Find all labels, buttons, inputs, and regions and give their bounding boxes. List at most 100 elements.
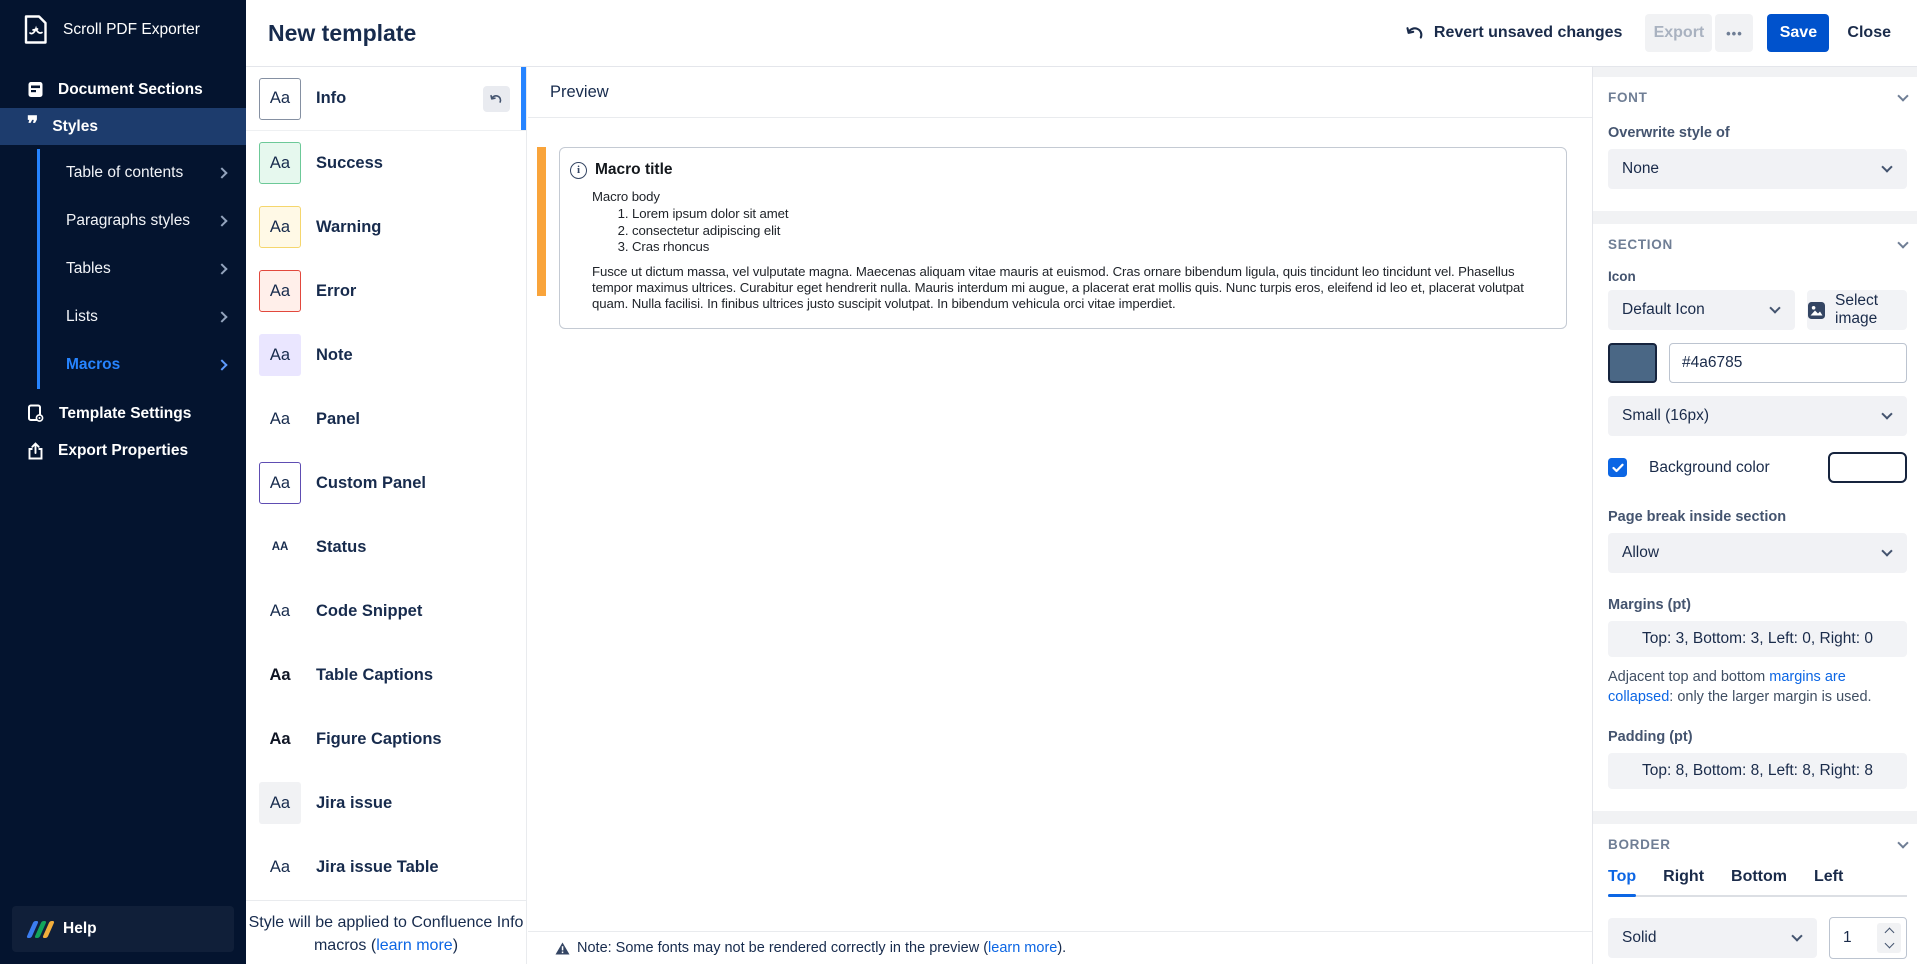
overwrite-style-label: Overwrite style of bbox=[1608, 125, 1907, 141]
macro-item-status[interactable]: AA Status bbox=[246, 515, 526, 579]
warning-icon bbox=[555, 942, 570, 955]
tab-right[interactable]: Right bbox=[1663, 868, 1704, 895]
chevron-up-icon bbox=[1884, 928, 1894, 938]
sidebar-item-styles[interactable]: Styles bbox=[0, 108, 246, 145]
chevron-down-icon bbox=[1769, 302, 1780, 313]
macro-item-panel[interactable]: Aa Panel bbox=[246, 387, 526, 451]
preview-font-note: Note: Some fonts may not be rendered cor… bbox=[528, 931, 1592, 964]
revert-label: Revert unsaved changes bbox=[1434, 24, 1623, 42]
reset-style-button[interactable] bbox=[483, 86, 510, 112]
style-preview-swatch: Aa bbox=[259, 142, 301, 184]
macro-item-jira-issue-table[interactable]: Aa Jira issue Table bbox=[246, 835, 526, 899]
font-section-card: FONT Overwrite style of None bbox=[1593, 77, 1917, 211]
border-section-header[interactable]: BORDER bbox=[1608, 837, 1907, 852]
sidebar-nav: Document Sections Styles Table of conten… bbox=[0, 71, 246, 469]
sub-item-label: Table of contents bbox=[66, 164, 183, 182]
macro-item-warning[interactable]: Aa Warning bbox=[246, 195, 526, 259]
stepper-arrows[interactable] bbox=[1877, 923, 1901, 953]
macro-style-list: Aa Info Aa Success Aa Warning Aa Error A… bbox=[246, 67, 527, 964]
icon-size-dropdown[interactable]: Small (16px) bbox=[1608, 396, 1907, 436]
macro-item-label: Success bbox=[316, 154, 383, 173]
background-color-checkbox[interactable] bbox=[1608, 458, 1627, 477]
preview-title: Preview bbox=[528, 67, 1592, 118]
pdf-exporter-logo-icon bbox=[21, 14, 50, 45]
macro-item-label: Panel bbox=[316, 410, 360, 429]
style-preview-swatch: Aa bbox=[259, 654, 301, 696]
save-button[interactable]: Save bbox=[1767, 14, 1829, 52]
padding-value-button[interactable]: Top: 8, Bottom: 8, Left: 8, Right: 8 bbox=[1608, 753, 1907, 789]
macro-preview-title: Macro title bbox=[595, 161, 673, 179]
style-settings-panel: FONT Overwrite style of None SECTION Ico… bbox=[1592, 67, 1917, 964]
styles-quote-icon bbox=[27, 118, 38, 136]
macro-item-code-snippet[interactable]: Aa Code Snippet bbox=[246, 579, 526, 643]
sidebar-item-document-sections[interactable]: Document Sections bbox=[0, 71, 246, 108]
macro-item-label: Warning bbox=[316, 218, 381, 237]
select-image-button[interactable]: Select image bbox=[1807, 290, 1907, 330]
revert-unsaved-changes-button[interactable]: Revert unsaved changes bbox=[1406, 24, 1623, 42]
icon-label: Icon bbox=[1608, 269, 1907, 284]
icon-color-swatch[interactable] bbox=[1608, 343, 1657, 383]
macro-item-note[interactable]: Aa Note bbox=[246, 323, 526, 387]
font-section-header[interactable]: FONT bbox=[1608, 90, 1907, 105]
tab-left[interactable]: Left bbox=[1814, 868, 1843, 895]
styles-submenu: Table of contents Paragraphs styles Tabl… bbox=[0, 145, 246, 395]
style-preview-swatch: AA bbox=[259, 526, 301, 568]
sub-item-label: Paragraphs styles bbox=[66, 212, 190, 230]
tab-bottom[interactable]: Bottom bbox=[1731, 868, 1787, 895]
macro-item-custom-panel[interactable]: Aa Custom Panel bbox=[246, 451, 526, 515]
macro-preview-paragraph: Fusce ut dictum massa, vel vulputate mag… bbox=[592, 264, 1549, 313]
macro-item-table-captions[interactable]: Aa Table Captions bbox=[246, 643, 526, 707]
padding-label: Padding (pt) bbox=[1608, 729, 1907, 745]
style-preview-swatch: Aa bbox=[259, 334, 301, 376]
macro-item-success[interactable]: Aa Success bbox=[246, 131, 526, 195]
document-sections-icon bbox=[27, 81, 44, 98]
style-preview-swatch: Aa bbox=[259, 846, 301, 888]
macro-item-error[interactable]: Aa Error bbox=[246, 259, 526, 323]
close-button[interactable]: Close bbox=[1847, 24, 1891, 42]
help-button[interactable]: Help bbox=[12, 906, 234, 952]
chevron-down-icon bbox=[1881, 545, 1892, 556]
sidebar-item-label: Document Sections bbox=[58, 81, 203, 99]
image-icon bbox=[1807, 301, 1826, 320]
margins-value-button[interactable]: Top: 3, Bottom: 3, Left: 0, Right: 0 bbox=[1608, 621, 1907, 657]
icon-type-dropdown[interactable]: Default Icon bbox=[1608, 290, 1795, 330]
learn-more-link[interactable]: learn more bbox=[376, 937, 452, 954]
learn-more-link[interactable]: learn more bbox=[988, 940, 1057, 956]
border-style-dropdown[interactable]: Solid bbox=[1608, 918, 1817, 958]
sidebar-item-label: Template Settings bbox=[59, 405, 191, 423]
border-width-input[interactable] bbox=[1830, 929, 1874, 947]
section-title: BORDER bbox=[1608, 837, 1671, 852]
background-color-picker[interactable] bbox=[1828, 452, 1907, 483]
sidebar-item-label: Styles bbox=[52, 118, 98, 136]
export-button[interactable]: Export bbox=[1645, 14, 1712, 52]
sub-item-label: Lists bbox=[66, 308, 98, 326]
icon-color-input[interactable] bbox=[1669, 343, 1907, 383]
page-break-label: Page break inside section bbox=[1608, 509, 1907, 525]
macro-item-label: Status bbox=[316, 538, 366, 557]
more-options-button[interactable]: ••• bbox=[1715, 14, 1753, 52]
style-preview-swatch: Aa bbox=[259, 398, 301, 440]
macro-item-label: Custom Panel bbox=[316, 474, 426, 493]
section-section-header[interactable]: SECTION bbox=[1608, 237, 1907, 252]
margins-label: Margins (pt) bbox=[1608, 597, 1907, 613]
style-preview-swatch: Aa bbox=[259, 206, 301, 248]
list-item: Lorem ipsum dolor sit amet bbox=[632, 206, 1549, 222]
page-break-dropdown[interactable]: Allow bbox=[1608, 533, 1907, 573]
chevron-down-icon[interactable] bbox=[1897, 837, 1908, 848]
chevron-down-icon[interactable] bbox=[1897, 90, 1908, 101]
preview-accent-bar bbox=[537, 147, 546, 296]
chevron-down-icon bbox=[1791, 930, 1802, 941]
overwrite-style-dropdown[interactable]: None bbox=[1608, 149, 1907, 189]
chevron-right-icon bbox=[216, 215, 227, 226]
tab-top[interactable]: Top bbox=[1608, 868, 1636, 895]
chevron-down-icon bbox=[1881, 161, 1892, 172]
sidebar-item-template-settings[interactable]: Template Settings bbox=[0, 395, 246, 432]
macro-preview-box: Macro title Macro body Lorem ipsum dolor… bbox=[559, 147, 1567, 329]
list-item: consectetur adipiscing elit bbox=[632, 223, 1549, 239]
sidebar-item-export-properties[interactable]: Export Properties bbox=[0, 432, 246, 469]
chevron-down-icon[interactable] bbox=[1897, 237, 1908, 248]
macro-item-jira-issue[interactable]: Aa Jira issue bbox=[246, 771, 526, 835]
macro-item-figure-captions[interactable]: Aa Figure Captions bbox=[246, 707, 526, 771]
macro-item-info[interactable]: Aa Info bbox=[246, 67, 526, 131]
macro-item-label: Figure Captions bbox=[316, 730, 442, 749]
